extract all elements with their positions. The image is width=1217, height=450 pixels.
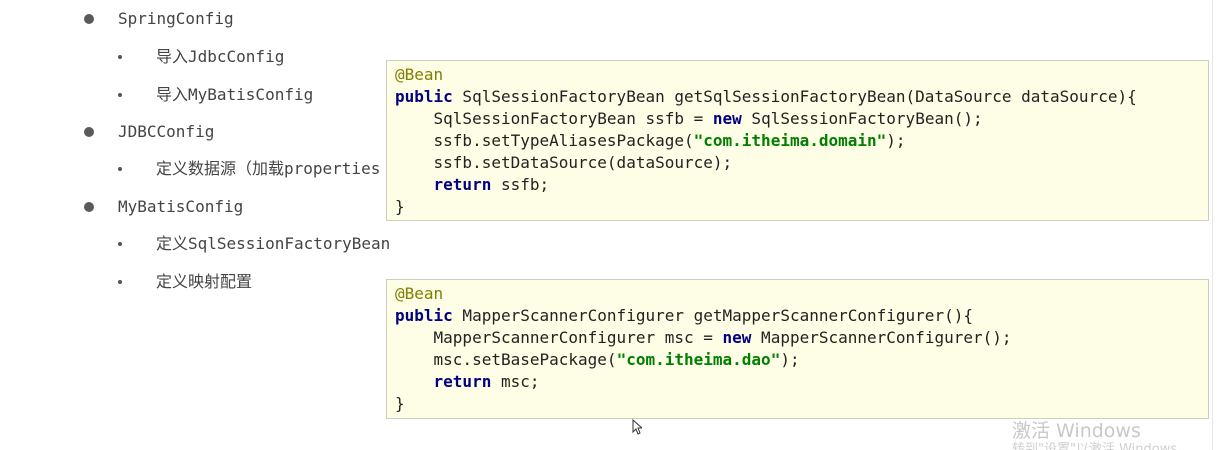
code-line: } [395,393,1200,415]
bullet-dot [118,280,122,284]
mouse-cursor-icon [632,419,642,435]
code-line: @Bean [395,283,1200,305]
code-text: MapperScannerConfigurer(); [751,328,1012,347]
code-block-sqlsessionfactory: @Bean public SqlSessionFactoryBean getSq… [386,60,1209,221]
code-keyword: public [395,87,453,106]
code-line: MapperScannerConfigurer msc = new Mapper… [395,327,1200,349]
code-text: SqlSessionFactoryBean getSqlSessionFacto… [452,87,1137,106]
bullet-dot [84,202,94,212]
code-line: } [395,196,1200,218]
code-annotation: @Bean [395,284,444,303]
outline-label: 导入JdbcConfig [156,47,285,66]
code-text: } [395,394,405,413]
code-string: "com.itheima.domain" [693,131,887,150]
outline-label: 定义数据源（加载properties [156,159,381,178]
code-line: msc.setBasePackage("com.itheima.dao"); [395,349,1200,371]
bullet-dot [118,167,122,171]
activation-watermark-subtitle: 转到"设置"以激活 Windows。 [1012,442,1191,450]
code-text: msc.setBasePackage( [395,350,617,369]
bullet-dot [118,55,122,59]
code-line: @Bean [395,64,1200,86]
code-keyword: new [712,109,742,128]
code-line: ssfb.setDataSource(dataSource); [395,152,1200,174]
code-keyword: return [433,372,492,391]
code-text: MapperScannerConfigurer getMapperScanner… [452,306,973,325]
code-string: "com.itheima.dao" [616,350,781,369]
code-keyword: new [722,328,752,347]
outline-label: 定义映射配置 [156,272,253,291]
code-text: SqlSessionFactoryBean(); [741,109,983,128]
code-annotation: @Bean [395,65,444,84]
code-line: ssfb.setTypeAliasesPackage("com.itheima.… [395,130,1200,152]
code-text: } [395,197,405,216]
code-text: ); [780,350,800,369]
scrollbar-edge [1212,0,1213,450]
code-text: ssfb.setTypeAliasesPackage( [395,131,694,150]
outline-label: 定义SqlSessionFactoryBean [156,234,391,253]
outline-label: 导入MyBatisConfig [156,85,314,104]
code-text: ssfb; [491,175,550,194]
bullet-dot [118,242,122,246]
code-text: SqlSessionFactoryBean ssfb = [395,109,713,128]
outline-label: MyBatisConfig [118,197,244,216]
code-line: public MapperScannerConfigurer getMapper… [395,305,1200,327]
code-line: SqlSessionFactoryBean ssfb = new SqlSess… [395,108,1200,130]
code-line: public SqlSessionFactoryBean getSqlSessi… [395,86,1200,108]
code-text: MapperScannerConfigurer msc = [395,328,723,347]
code-keyword: public [395,306,453,325]
outline-label: JDBCConfig [118,122,215,141]
bullet-dot [118,93,122,97]
code-text: msc; [491,372,540,391]
activation-watermark-title: 激活 Windows [1012,420,1141,442]
code-block-mapperscanner: @Bean public MapperScannerConfigurer get… [386,279,1209,419]
bullet-dot [84,14,94,24]
code-text: ); [886,131,906,150]
code-line: return msc; [395,371,1200,393]
code-line: return ssfb; [395,174,1200,196]
outline-label: SpringConfig [118,9,234,28]
code-keyword: return [433,175,492,194]
bullet-dot [84,127,94,137]
code-text: ssfb.setDataSource(dataSource); [395,153,733,172]
